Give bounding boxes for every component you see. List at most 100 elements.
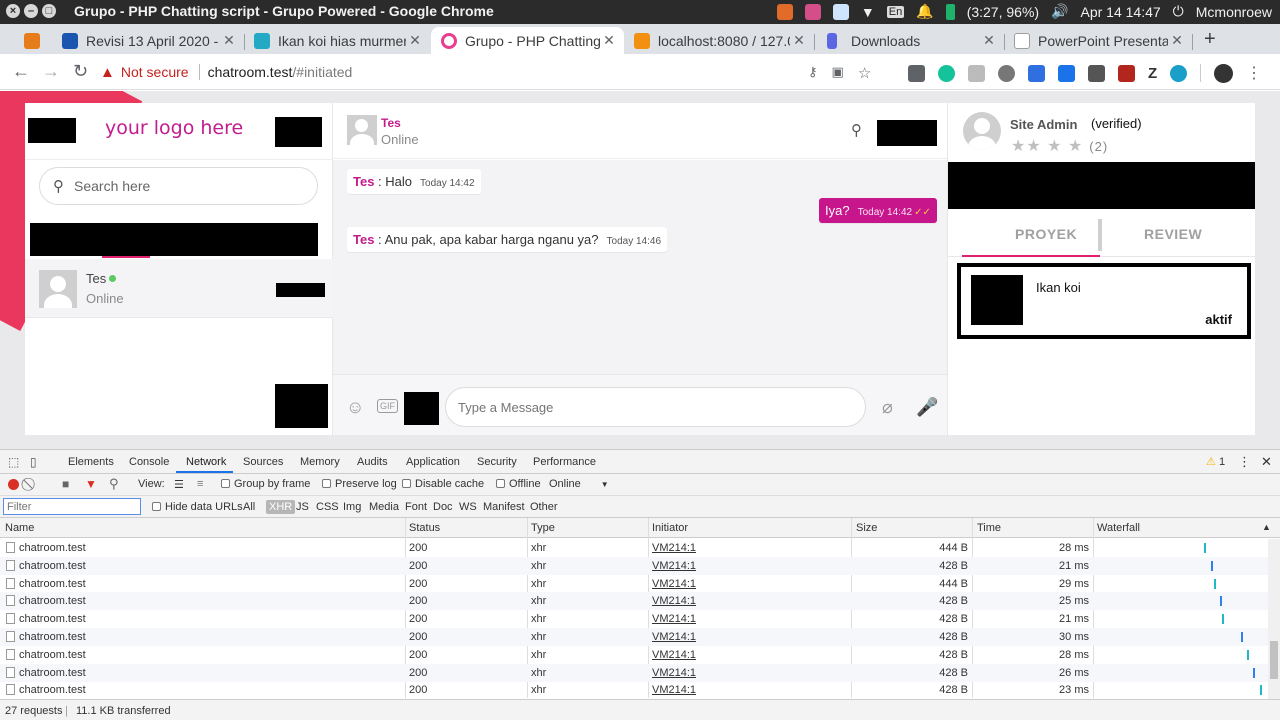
filter-xhr[interactable]: XHR [266, 500, 296, 514]
translate-icon[interactable]: ▣ [832, 64, 844, 82]
table-row[interactable]: chatroom.test 200 xhr VM214:1 428 B 21 ms [0, 610, 1268, 628]
tab-memory[interactable]: Memory [300, 456, 340, 468]
tab-sources[interactable]: Sources [243, 456, 283, 468]
scrollbar[interactable] [1268, 539, 1280, 699]
volume-icon[interactable]: 🔊 [1051, 3, 1068, 20]
request-initiator[interactable]: VM214:1 [652, 631, 696, 643]
ext-icon[interactable] [776, 3, 793, 20]
col-status[interactable]: Status [409, 522, 440, 534]
camera-icon[interactable]: ■ [62, 477, 69, 491]
new-tab-button[interactable]: + [1204, 28, 1216, 51]
request-initiator[interactable]: VM214:1 [652, 684, 696, 696]
close-tab-icon[interactable]: ✕ [980, 32, 998, 49]
request-initiator[interactable]: VM214:1 [652, 560, 696, 572]
close-tab-icon[interactable]: ✕ [220, 32, 238, 49]
col-waterfall[interactable]: Waterfall [1097, 522, 1140, 534]
ext-pen-icon[interactable] [908, 64, 925, 82]
filter-media[interactable]: Media [369, 501, 399, 513]
close-tab-icon[interactable]: ✕ [600, 32, 618, 49]
request-initiator[interactable]: VM214:1 [652, 667, 696, 679]
power-icon[interactable]: ⏻ [1173, 3, 1184, 20]
my-message-bubble[interactable]: Iya? Today 14:42 ✓✓ [819, 198, 937, 223]
forward-arrow-icon[interactable]: → [42, 61, 60, 82]
gif-icon[interactable]: GIF [377, 399, 398, 413]
filter-img[interactable]: Img [343, 501, 361, 513]
minimize-window-button[interactable]: – [24, 4, 38, 18]
contact-list-item[interactable]: Tes Online [25, 259, 333, 318]
close-tab-icon[interactable]: ✕ [790, 32, 808, 49]
back-arrow-icon[interactable]: ← [12, 61, 30, 82]
ext-lines-icon[interactable] [968, 64, 985, 82]
clock[interactable]: Apr 14 14:47 [1081, 4, 1161, 20]
filter-all[interactable]: All [243, 501, 255, 513]
profile-avatar-icon[interactable] [1214, 63, 1234, 83]
tab-downloads[interactable]: Downloads ✕ [814, 27, 1004, 54]
menu-dots-icon[interactable]: ⋮ [1238, 454, 1251, 470]
ext-circle-icon[interactable] [1170, 64, 1188, 82]
table-row[interactable]: chatroom.test 200 xhr VM214:1 428 B 23 ms [0, 681, 1268, 699]
tab-audits[interactable]: Audits [357, 456, 388, 468]
tab-revisi[interactable]: Revisi 13 April 2020 - Google... ✕ [52, 27, 244, 54]
app-icon[interactable] [804, 3, 821, 20]
tab-network[interactable]: Network [186, 456, 226, 468]
search-box[interactable]: ⚲ Search here [39, 167, 318, 205]
filter-doc[interactable]: Doc [433, 501, 453, 513]
ext-screen-icon[interactable] [1058, 64, 1075, 82]
grammarly-icon[interactable] [938, 64, 955, 82]
close-tab-icon[interactable]: ✕ [406, 32, 424, 49]
ext-gear-icon[interactable] [998, 64, 1015, 82]
table-row[interactable]: chatroom.test 200 xhr VM214:1 428 B 21 ms [0, 556, 1268, 575]
tab-console[interactable]: Console [129, 456, 169, 468]
not-secure-label[interactable]: Not secure [121, 64, 189, 80]
tab-performance[interactable]: Performance [533, 456, 596, 468]
device-toggle-icon[interactable]: ▯ [30, 455, 37, 469]
tab-localhost[interactable]: localhost:8080 / 127.0.0.1 ✕ [624, 27, 814, 54]
hide-data-urls-checkbox[interactable]: Hide data URLs [152, 501, 243, 513]
col-time[interactable]: Time [977, 522, 1001, 534]
message-input[interactable] [445, 387, 866, 427]
search-icon[interactable]: ⚲ [851, 121, 862, 139]
warning-icon[interactable]: ▲ [100, 64, 115, 81]
filter-font[interactable]: Font [405, 501, 427, 513]
avatar[interactable] [347, 115, 377, 145]
inspect-icon[interactable]: ⬚ [8, 455, 19, 469]
menu-dots-icon[interactable]: ⋮ [1246, 63, 1262, 83]
table-row[interactable]: chatroom.test 200 xhr VM214:1 428 B 26 ms [0, 663, 1268, 682]
col-initiator[interactable]: Initiator [652, 522, 688, 534]
col-type[interactable]: Type [531, 522, 555, 534]
filter-input[interactable] [3, 498, 141, 515]
tab-proyek[interactable]: PROYEK [1015, 226, 1077, 242]
list-view-icon[interactable]: ☰ [174, 478, 184, 491]
table-row[interactable]: chatroom.test 200 xhr VM214:1 444 B 29 ms [0, 575, 1268, 593]
reload-icon[interactable]: ↻ [73, 61, 88, 82]
filter-ws[interactable]: WS [459, 501, 477, 513]
tab-elements[interactable]: Elements [68, 456, 114, 468]
tab-ikan-koi[interactable]: Ikan koi hias murmer... ✕ [244, 27, 430, 54]
warning-count[interactable]: ⚠ 1 [1206, 455, 1225, 468]
filter-manifest[interactable]: Manifest [483, 501, 525, 513]
filter-js[interactable]: JS [296, 501, 309, 513]
bell-icon[interactable]: 🔔 [916, 3, 933, 20]
site-logo[interactable]: your logo here [105, 117, 243, 139]
paperclip-icon[interactable]: ⌀ [882, 397, 893, 418]
request-initiator[interactable]: VM214:1 [652, 595, 696, 607]
chat-icon[interactable] [832, 3, 849, 20]
col-size[interactable]: Size [856, 522, 877, 534]
close-icon[interactable]: ✕ [1261, 454, 1272, 470]
chat-contact-name[interactable]: Tes [381, 116, 401, 130]
battery-icon[interactable] [945, 3, 955, 20]
close-window-button[interactable]: × [6, 4, 20, 18]
filter-other[interactable]: Other [530, 501, 558, 513]
message-bubble[interactable]: Tes : Anu pak, apa kabar harga nganu ya?… [347, 227, 668, 252]
ext-robot-icon[interactable] [1088, 64, 1105, 82]
preserve-log-checkbox[interactable]: Preserve log [322, 478, 397, 490]
ext-z-icon[interactable]: Z [1148, 65, 1157, 82]
offline-checkbox[interactable]: Offline [496, 478, 541, 490]
user-name[interactable]: Mcmonroew [1196, 4, 1272, 20]
waterfall-view-icon[interactable]: ≡ [197, 478, 203, 490]
request-initiator[interactable]: VM214:1 [652, 578, 696, 590]
ublock-icon[interactable] [1118, 64, 1135, 82]
filter-css[interactable]: CSS [316, 501, 339, 513]
tab-application[interactable]: Application [406, 456, 460, 468]
tab-pinned[interactable] [18, 27, 46, 54]
